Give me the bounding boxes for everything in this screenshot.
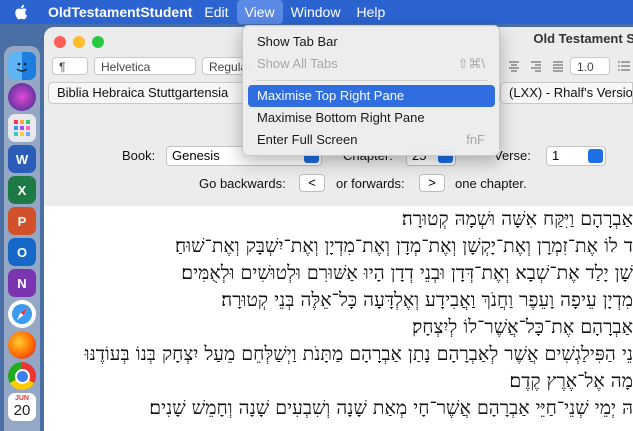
menu-item-show-all-tabs: Show All Tabs ⇧⌘\ bbox=[248, 53, 495, 75]
verse-line: מִדְיָן עֵיפָה וָעֵפֶר וַחֲנֹךְ וַאֲבִיד… bbox=[221, 289, 633, 311]
book-value: Genesis bbox=[172, 148, 220, 163]
apple-icon[interactable] bbox=[14, 3, 30, 21]
calendar-day: 20 bbox=[13, 402, 31, 419]
dock: W X P O N JUN 20 bbox=[4, 46, 40, 431]
hebrew-text-pane[interactable]: אַבְרָהָם וַיִּקַּח אִשָּׁה וּשְׁמָהּ קְ… bbox=[44, 206, 633, 431]
menu-item-shortcut: fnF bbox=[466, 132, 485, 147]
outlook-icon[interactable]: O bbox=[8, 238, 36, 266]
menu-window[interactable]: Window bbox=[283, 0, 349, 24]
menu-help[interactable]: Help bbox=[348, 0, 393, 24]
menu-item-shortcut: ⇧⌘\ bbox=[457, 56, 485, 71]
one-chapter-label: one chapter. bbox=[455, 176, 527, 191]
app-name-menu[interactable]: OldTestamentStudent bbox=[48, 4, 192, 20]
tab-lxx[interactable]: (LXX) - Rhalf's Version bbox=[500, 82, 633, 104]
tab-lxx-label: (LXX) - Rhalf's Version bbox=[509, 85, 633, 100]
verse-line: שָׁן יָלַד אֶת־שְׁבָא וְאֶת־דְּדָן וּבְנ… bbox=[181, 262, 633, 284]
finder-icon[interactable] bbox=[8, 52, 36, 80]
book-label: Book: bbox=[122, 148, 156, 163]
siri-icon[interactable] bbox=[8, 83, 36, 111]
menu-view[interactable]: View bbox=[236, 0, 283, 24]
verse-line: מָה אֶל־אֶרֶץ קֶדֶם׃ bbox=[509, 370, 633, 392]
paragraph-style-select[interactable]: ¶ bbox=[52, 57, 88, 75]
justify-icon[interactable] bbox=[552, 60, 564, 72]
line-spacing-value: 1.0 bbox=[577, 60, 594, 74]
launchpad-icon[interactable] bbox=[8, 114, 36, 142]
menu-item-label: Enter Full Screen bbox=[257, 132, 358, 147]
menu-item-label: Maximise Top Right Pane bbox=[257, 88, 405, 103]
calendar-icon[interactable]: JUN 20 bbox=[8, 393, 36, 421]
align-center-icon[interactable] bbox=[508, 60, 520, 72]
menu-item-label: Maximise Bottom Right Pane bbox=[257, 110, 425, 125]
verse-line: אַבְרָהָם וַיִּקַּח אִשָּׁה וּשְׁמָהּ קְ… bbox=[401, 208, 633, 230]
menu-item-label: Show All Tabs bbox=[257, 56, 338, 71]
menu-item-maximise-top-right-pane[interactable]: Maximise Top Right Pane bbox=[248, 85, 495, 107]
align-right-icon[interactable] bbox=[530, 60, 542, 72]
powerpoint-icon[interactable]: P bbox=[8, 207, 36, 235]
previous-chapter-button[interactable]: < bbox=[299, 174, 325, 192]
font-style-select[interactable]: Regular bbox=[202, 57, 251, 75]
line-spacing-select[interactable]: 1.0 bbox=[570, 57, 610, 75]
go-backwards-label: Go backwards: bbox=[199, 176, 286, 191]
safari-icon[interactable] bbox=[8, 300, 36, 328]
list-icon[interactable] bbox=[618, 60, 630, 72]
verse-line: נֵי הַפִּילַגְשִׁים אֲשֶׁר לְאַבְרָהָם נ… bbox=[84, 343, 633, 365]
next-chapter-button[interactable]: > bbox=[419, 174, 445, 192]
menu-separator bbox=[257, 80, 487, 81]
menu-edit[interactable]: Edit bbox=[196, 0, 236, 24]
word-icon[interactable]: W bbox=[8, 145, 36, 173]
window-title: Old Testament S bbox=[533, 31, 633, 46]
excel-icon[interactable]: X bbox=[8, 176, 36, 204]
firefox-icon[interactable] bbox=[8, 331, 36, 359]
verse-line: אַבְרָהָם אֶת־כָּל־אֲשֶׁר־לוֹ לְיִצְחָק׃ bbox=[412, 316, 633, 338]
tab-bhs-label: Biblia Hebraica Stuttgartensia bbox=[57, 85, 229, 100]
zoom-button[interactable] bbox=[92, 36, 104, 48]
verse-line: הּ יְמֵי שְׁנֵי־חַיֵּי אַבְרָהָם אֲשֶׁר־… bbox=[149, 397, 633, 419]
font-family-select[interactable]: Helvetica bbox=[94, 57, 196, 75]
onenote-icon[interactable]: N bbox=[8, 269, 36, 297]
menu-item-show-tab-bar[interactable]: Show Tab Bar bbox=[248, 31, 495, 53]
chevron-down-icon bbox=[588, 149, 603, 163]
menu-bar: OldTestamentStudent Edit View Window Hel… bbox=[0, 0, 633, 24]
verse-value: 1 bbox=[552, 148, 560, 163]
menu-item-enter-full-screen[interactable]: Enter Full Screen fnF bbox=[248, 129, 495, 151]
verse-line: ד לוֹ אֶת־זִמְרָן וְאֶת־יָקְשָׁן וְאֶת־מ… bbox=[174, 235, 633, 257]
view-menu-dropdown: Show Tab Bar Show All Tabs ⇧⌘\ Maximise … bbox=[242, 25, 500, 156]
minimize-button[interactable] bbox=[73, 36, 85, 48]
font-family-value: Helvetica bbox=[101, 60, 151, 74]
chrome-icon[interactable] bbox=[8, 362, 36, 390]
close-button[interactable] bbox=[54, 36, 66, 48]
paragraph-style-value: ¶ bbox=[59, 60, 66, 74]
menu-item-maximise-bottom-right-pane[interactable]: Maximise Bottom Right Pane bbox=[248, 107, 495, 129]
or-forwards-label: or forwards: bbox=[336, 176, 405, 191]
verse-select[interactable]: 1 bbox=[546, 146, 606, 166]
menu-item-label: Show Tab Bar bbox=[257, 34, 338, 49]
